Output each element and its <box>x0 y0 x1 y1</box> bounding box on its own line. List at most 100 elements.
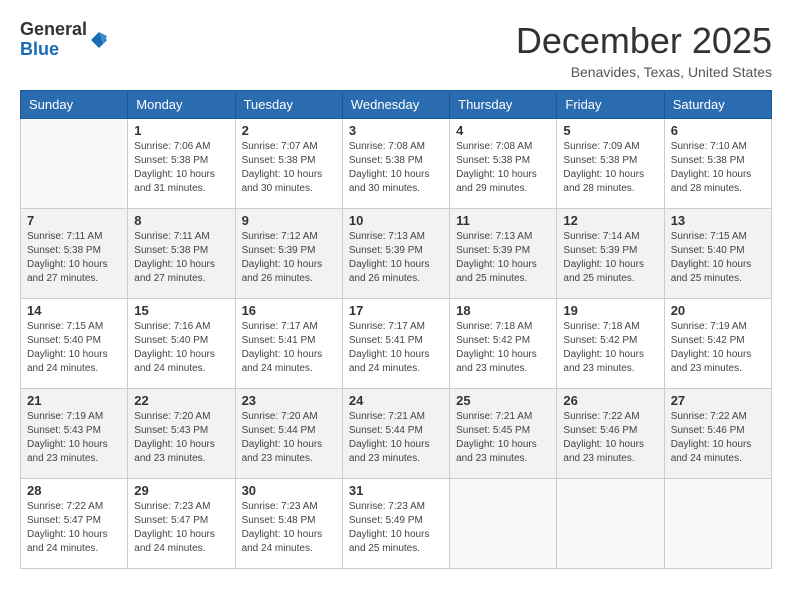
day-number: 20 <box>671 303 765 318</box>
calendar-cell: 16 Sunrise: 7:17 AMSunset: 5:41 PMDayligh… <box>235 299 342 389</box>
day-number: 27 <box>671 393 765 408</box>
weekday-header-wednesday: Wednesday <box>342 91 449 119</box>
calendar-cell: 4Sunrise: 7:08 AMSunset: 5:38 PMDaylight… <box>450 119 557 209</box>
calendar-week-3: 14 Sunrise: 7:15 AMSunset: 5:40 PMDayligh… <box>21 299 772 389</box>
calendar-cell: 14 Sunrise: 7:15 AMSunset: 5:40 PMDayligh… <box>21 299 128 389</box>
calendar-cell: 21 Sunrise: 7:19 AMSunset: 5:43 PMDayligh… <box>21 389 128 479</box>
calendar-cell: 25 Sunrise: 7:21 AMSunset: 5:45 PMDayligh… <box>450 389 557 479</box>
day-number: 28 <box>27 483 121 498</box>
day-number: 31 <box>349 483 443 498</box>
day-number: 30 <box>242 483 336 498</box>
day-number: 25 <box>456 393 550 408</box>
logo-blue: Blue <box>20 40 87 60</box>
month-title: December 2025 <box>516 20 772 62</box>
calendar-table: SundayMondayTuesdayWednesdayThursdayFrid… <box>20 90 772 569</box>
cell-content: Sunrise: 7:19 AMSunset: 5:43 PMDaylight:… <box>27 410 121 466</box>
calendar-cell: 22 Sunrise: 7:20 AMSunset: 5:43 PMDayligh… <box>128 389 235 479</box>
calendar-cell: 29 Sunrise: 7:23 AMSunset: 5:47 PMDayligh… <box>128 479 235 569</box>
calendar-cell: 18 Sunrise: 7:18 AMSunset: 5:42 PMDayligh… <box>450 299 557 389</box>
cell-content: Sunrise: 7:18 AMSunset: 5:42 PMDaylight:… <box>456 320 550 376</box>
calendar-cell: 26 Sunrise: 7:22 AMSunset: 5:46 PMDayligh… <box>557 389 664 479</box>
cell-content: Sunrise: 7:16 AMSunset: 5:40 PMDaylight:… <box>134 320 228 376</box>
calendar-cell: 12 Sunrise: 7:14 AMSunset: 5:39 PMDayligh… <box>557 209 664 299</box>
calendar-cell: 11 Sunrise: 7:13 AMSunset: 5:39 PMDayligh… <box>450 209 557 299</box>
weekday-header-thursday: Thursday <box>450 91 557 119</box>
cell-content: Sunrise: 7:07 AMSunset: 5:38 PMDaylight:… <box>242 140 336 196</box>
day-number: 4 <box>456 123 550 138</box>
cell-content: Sunrise: 7:15 AMSunset: 5:40 PMDaylight:… <box>671 230 765 286</box>
calendar-week-1: 1Sunrise: 7:06 AMSunset: 5:38 PMDaylight… <box>21 119 772 209</box>
cell-content: Sunrise: 7:13 AMSunset: 5:39 PMDaylight:… <box>456 230 550 286</box>
calendar-cell: 19Sunrise: 7:18 AMSunset: 5:42 PMDayligh… <box>557 299 664 389</box>
cell-content: Sunrise: 7:19 AMSunset: 5:42 PMDaylight:… <box>671 320 765 376</box>
cell-content: Sunrise: 7:15 AMSunset: 5:40 PMDaylight:… <box>27 320 121 376</box>
cell-content: Sunrise: 7:20 AMSunset: 5:44 PMDaylight:… <box>242 410 336 466</box>
cell-content: Sunrise: 7:20 AMSunset: 5:43 PMDaylight:… <box>134 410 228 466</box>
cell-content: Sunrise: 7:11 AMSunset: 5:38 PMDaylight:… <box>27 230 121 286</box>
day-number: 5 <box>563 123 657 138</box>
calendar-cell: 2 Sunrise: 7:07 AMSunset: 5:38 PMDaylight… <box>235 119 342 209</box>
cell-content: Sunrise: 7:17 AMSunset: 5:41 PMDaylight:… <box>349 320 443 376</box>
cell-content: Sunrise: 7:09 AMSunset: 5:38 PMDaylight:… <box>563 140 657 196</box>
day-number: 10 <box>349 213 443 228</box>
calendar-cell: 17 Sunrise: 7:17 AMSunset: 5:41 PMDayligh… <box>342 299 449 389</box>
cell-content: Sunrise: 7:22 AMSunset: 5:47 PMDaylight:… <box>27 500 121 556</box>
logo: General Blue <box>20 20 109 60</box>
day-number: 11 <box>456 213 550 228</box>
cell-content: Sunrise: 7:22 AMSunset: 5:46 PMDaylight:… <box>563 410 657 466</box>
calendar-cell: 6 Sunrise: 7:10 AMSunset: 5:38 PMDaylight… <box>664 119 771 209</box>
weekday-header-row: SundayMondayTuesdayWednesdayThursdayFrid… <box>21 91 772 119</box>
calendar-cell: 15 Sunrise: 7:16 AMSunset: 5:40 PMDayligh… <box>128 299 235 389</box>
calendar-cell <box>557 479 664 569</box>
cell-content: Sunrise: 7:17 AMSunset: 5:41 PMDaylight:… <box>242 320 336 376</box>
day-number: 18 <box>456 303 550 318</box>
day-number: 7 <box>27 213 121 228</box>
cell-content: Sunrise: 7:23 AMSunset: 5:48 PMDaylight:… <box>242 500 336 556</box>
cell-content: Sunrise: 7:23 AMSunset: 5:47 PMDaylight:… <box>134 500 228 556</box>
cell-content: Sunrise: 7:13 AMSunset: 5:39 PMDaylight:… <box>349 230 443 286</box>
cell-content: Sunrise: 7:18 AMSunset: 5:42 PMDaylight:… <box>563 320 657 376</box>
calendar-cell: 24Sunrise: 7:21 AMSunset: 5:44 PMDayligh… <box>342 389 449 479</box>
day-number: 14 <box>27 303 121 318</box>
weekday-header-saturday: Saturday <box>664 91 771 119</box>
day-number: 17 <box>349 303 443 318</box>
cell-content: Sunrise: 7:11 AMSunset: 5:38 PMDaylight:… <box>134 230 228 286</box>
day-number: 16 <box>242 303 336 318</box>
calendar-cell: 30 Sunrise: 7:23 AMSunset: 5:48 PMDayligh… <box>235 479 342 569</box>
weekday-header-tuesday: Tuesday <box>235 91 342 119</box>
calendar-cell: 3Sunrise: 7:08 AMSunset: 5:38 PMDaylight… <box>342 119 449 209</box>
day-number: 29 <box>134 483 228 498</box>
calendar-cell: 27Sunrise: 7:22 AMSunset: 5:46 PMDayligh… <box>664 389 771 479</box>
day-number: 6 <box>671 123 765 138</box>
day-number: 26 <box>563 393 657 408</box>
cell-content: Sunrise: 7:08 AMSunset: 5:38 PMDaylight:… <box>349 140 443 196</box>
day-number: 2 <box>242 123 336 138</box>
cell-content: Sunrise: 7:21 AMSunset: 5:45 PMDaylight:… <box>456 410 550 466</box>
day-number: 12 <box>563 213 657 228</box>
day-number: 15 <box>134 303 228 318</box>
day-number: 9 <box>242 213 336 228</box>
cell-content: Sunrise: 7:12 AMSunset: 5:39 PMDaylight:… <box>242 230 336 286</box>
calendar-cell <box>21 119 128 209</box>
calendar-cell: 8 Sunrise: 7:11 AMSunset: 5:38 PMDaylight… <box>128 209 235 299</box>
calendar-cell: 23Sunrise: 7:20 AMSunset: 5:44 PMDayligh… <box>235 389 342 479</box>
cell-content: Sunrise: 7:10 AMSunset: 5:38 PMDaylight:… <box>671 140 765 196</box>
calendar-cell: 31 Sunrise: 7:23 AMSunset: 5:49 PMDayligh… <box>342 479 449 569</box>
cell-content: Sunrise: 7:14 AMSunset: 5:39 PMDaylight:… <box>563 230 657 286</box>
day-number: 8 <box>134 213 228 228</box>
day-number: 21 <box>27 393 121 408</box>
day-number: 22 <box>134 393 228 408</box>
calendar-cell: 7 Sunrise: 7:11 AMSunset: 5:38 PMDaylight… <box>21 209 128 299</box>
calendar-week-2: 7 Sunrise: 7:11 AMSunset: 5:38 PMDaylight… <box>21 209 772 299</box>
weekday-header-monday: Monday <box>128 91 235 119</box>
logo-icon <box>89 30 109 50</box>
calendar-cell: 9 Sunrise: 7:12 AMSunset: 5:39 PMDaylight… <box>235 209 342 299</box>
calendar-cell: 28 Sunrise: 7:22 AMSunset: 5:47 PMDayligh… <box>21 479 128 569</box>
calendar-cell: 13Sunrise: 7:15 AMSunset: 5:40 PMDayligh… <box>664 209 771 299</box>
day-number: 1 <box>134 123 228 138</box>
calendar-cell: 20 Sunrise: 7:19 AMSunset: 5:42 PMDayligh… <box>664 299 771 389</box>
cell-content: Sunrise: 7:23 AMSunset: 5:49 PMDaylight:… <box>349 500 443 556</box>
calendar-cell: 5 Sunrise: 7:09 AMSunset: 5:38 PMDaylight… <box>557 119 664 209</box>
calendar-cell: 1Sunrise: 7:06 AMSunset: 5:38 PMDaylight… <box>128 119 235 209</box>
cell-content: Sunrise: 7:21 AMSunset: 5:44 PMDaylight:… <box>349 410 443 466</box>
